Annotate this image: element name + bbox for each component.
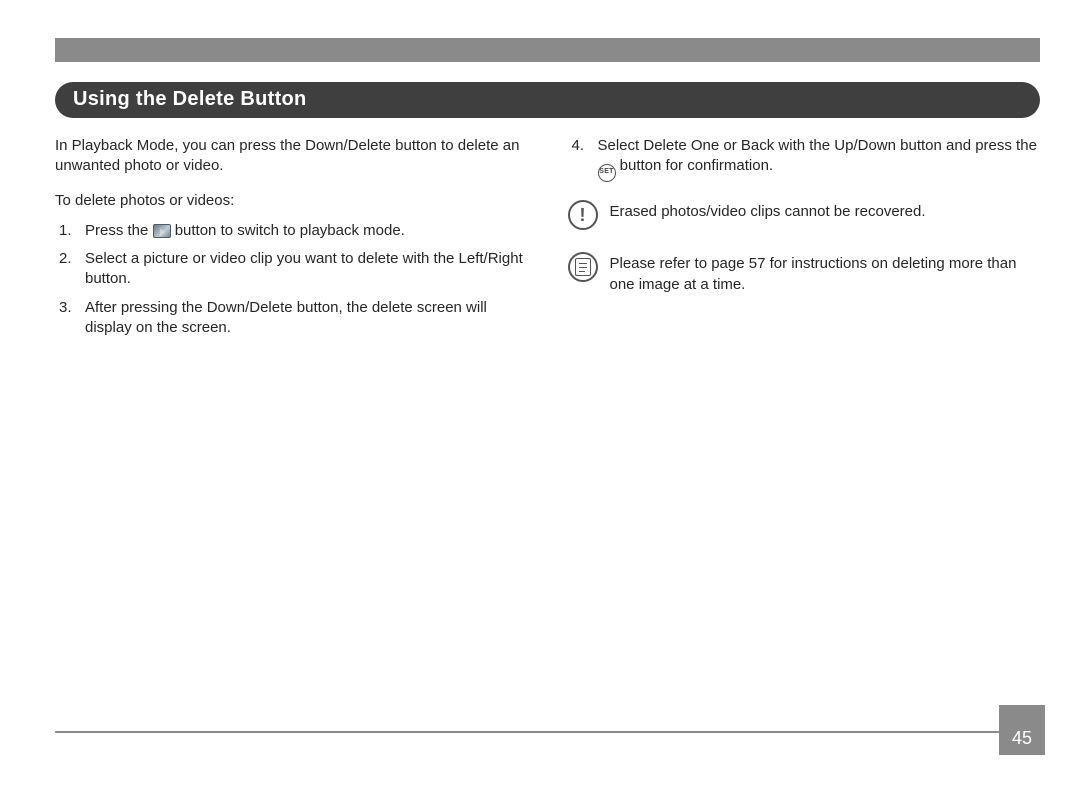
step-4-text-b: button for confirmation.	[616, 157, 774, 174]
warning-note: ! Erased photos/video clips cannot be re…	[568, 200, 1041, 230]
step-3: After pressing the Down/Delete button, t…	[55, 298, 528, 339]
manual-page: Using the Delete Button In Playback Mode…	[0, 0, 1080, 785]
left-column: In Playback Mode, you can press the Down…	[55, 136, 528, 346]
content-columns: In Playback Mode, you can press the Down…	[55, 136, 1040, 346]
reference-text: Please refer to page 57 for instructions…	[610, 252, 1041, 295]
intro-text: In Playback Mode, you can press the Down…	[55, 136, 528, 177]
warning-text: Erased photos/video clips cannot be reco…	[610, 200, 1041, 222]
playback-icon	[153, 224, 171, 238]
set-button-icon: SET	[598, 164, 616, 182]
step-2: Select a picture or video clip you want …	[55, 249, 528, 290]
steps-list-right: Select Delete One or Back with the Up/Do…	[568, 136, 1041, 182]
procedure-heading: To delete photos or videos:	[55, 191, 528, 211]
step-1: Press the button to switch to playback m…	[55, 221, 528, 241]
step-4: Select Delete One or Back with the Up/Do…	[568, 136, 1041, 182]
document-icon	[568, 252, 598, 282]
step-1-text-b: button to switch to playback mode.	[171, 222, 405, 239]
top-bar	[55, 38, 1040, 62]
reference-note: Please refer to page 57 for instructions…	[568, 252, 1041, 295]
section-title: Using the Delete Button	[55, 82, 1040, 118]
footer-rule	[55, 731, 1010, 733]
warning-icon: !	[568, 200, 598, 230]
steps-list-left: Press the button to switch to playback m…	[55, 221, 528, 338]
right-column: Select Delete One or Back with the Up/Do…	[568, 136, 1041, 346]
step-1-text-a: Press the	[85, 222, 153, 239]
page-number: 45	[999, 705, 1045, 755]
step-4-text-a: Select Delete One or Back with the Up/Do…	[598, 137, 1037, 154]
